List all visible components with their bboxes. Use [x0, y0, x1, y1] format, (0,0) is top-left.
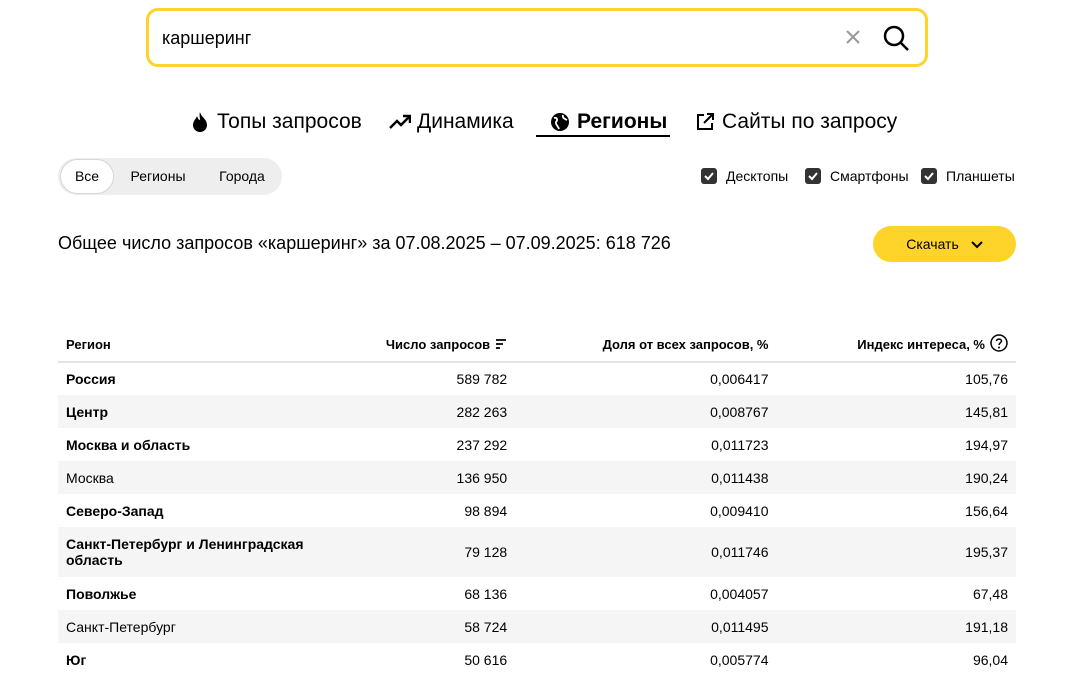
cell-index: 145,81 — [776, 395, 1016, 428]
regions-table: Регион Число запросов Доля от всех запро… — [58, 327, 1016, 676]
cell-index: 96,04 — [972, 651, 1008, 668]
header-count[interactable]: Число запросов — [318, 327, 516, 363]
cell-index: 190,24 — [776, 461, 1016, 494]
search-input[interactable]: каршеринг — [162, 28, 251, 49]
cell-count: 58 724 — [318, 610, 516, 643]
table-row[interactable]: Юг 50 616 0,005774 96,04 — [58, 643, 1016, 676]
cell-count: 50 616 — [464, 651, 508, 668]
chevron-down-icon — [971, 236, 983, 252]
cell-region: Поволжье — [66, 585, 137, 602]
cell-index: 194,97 — [965, 436, 1008, 453]
checkbox-smartphones[interactable]: Смартфоны — [805, 168, 909, 184]
cell-index: 191,18 — [776, 610, 1016, 643]
cell-share: 0,005774 — [710, 651, 769, 668]
table-header-row: Регион Число запросов Доля от всех запро… — [58, 327, 1016, 363]
table-body: Россия 589 782 0,006417 105,76 Центр 282 263 0… — [58, 362, 1016, 676]
download-label: Скачать — [906, 236, 959, 252]
cell-share: 0,006417 — [710, 371, 769, 387]
cell-region: Москва и область — [66, 436, 191, 453]
table-row[interactable]: Москва и область 237 292 0,011723 194,97 — [58, 428, 1016, 461]
region-type-switch: Все Регионы Города — [58, 158, 282, 195]
cell-count: 79 128 — [318, 527, 516, 577]
table-row[interactable]: Санкт-Петербург 58 724 0,011495 191,18 — [58, 610, 1016, 643]
tab-label: Топы запросов — [217, 110, 362, 133]
checkbox-checked-icon[interactable] — [701, 168, 717, 184]
table-row[interactable]: Россия 589 782 0,006417 105,76 — [58, 362, 1016, 395]
cell-share: 0,004057 — [710, 585, 769, 602]
cell-count: 237 292 — [456, 436, 508, 453]
segment-all[interactable]: Все — [60, 159, 114, 194]
tab-top-queries[interactable]: Топы запросов — [189, 106, 362, 138]
cell-region: Центр — [58, 395, 318, 428]
cell-share: 0,009410 — [710, 502, 769, 519]
header-count-label: Число запросов — [385, 336, 491, 352]
active-tab-underline — [536, 135, 670, 137]
cell-index: 195,37 — [776, 527, 1016, 577]
search-icon[interactable] — [881, 23, 911, 53]
cell-count: 68 136 — [464, 585, 508, 602]
cell-count: 98 894 — [464, 502, 508, 519]
table-row[interactable]: Северо-Запад 98 894 0,009410 156,64 — [58, 494, 1016, 527]
cell-count: 282 263 — [318, 395, 516, 428]
tab-label: Сайты по запросу — [722, 110, 898, 133]
cell-share: 0,011495 — [515, 610, 777, 643]
cell-index: 156,64 — [965, 502, 1008, 519]
cell-region: Москва — [58, 461, 318, 494]
cell-count: 589 782 — [456, 371, 508, 387]
cell-region: Санкт-Петербург — [58, 610, 318, 643]
sort-icon[interactable] — [495, 337, 507, 352]
checkbox-checked-icon[interactable] — [921, 168, 937, 184]
segment-regions[interactable]: Регионы — [120, 158, 196, 195]
download-button[interactable]: Скачать — [873, 226, 1016, 262]
cell-share: 0,011438 — [515, 461, 777, 494]
checkbox-label: Планшеты — [946, 168, 1015, 184]
checkbox-label: Десктопы — [726, 168, 789, 184]
cell-region: Россия — [66, 371, 116, 387]
cell-region: Северо-Запад — [66, 502, 164, 519]
header-share[interactable]: Доля от всех запросов, % — [515, 327, 777, 363]
globe-icon — [549, 111, 571, 133]
cell-region: Санкт-Петербург и Ленинградская область — [58, 527, 318, 577]
fire-icon — [189, 111, 211, 133]
cell-region: Юг — [66, 651, 87, 668]
header-index[interactable]: Индекс интереса, % — [776, 327, 1016, 363]
checkbox-label: Смартфоны — [830, 168, 909, 184]
tab-label: Динамика — [417, 110, 514, 133]
checkbox-tablets[interactable]: Планшеты — [921, 168, 1015, 184]
cell-share: 0,008767 — [515, 395, 777, 428]
clear-icon[interactable] — [841, 25, 865, 49]
table-row[interactable]: Поволжье 68 136 0,004057 67,48 — [58, 577, 1016, 610]
segment-cities[interactable]: Города — [206, 158, 278, 195]
tab-regions[interactable]: Регионы — [549, 106, 667, 138]
header-region[interactable]: Регион — [58, 327, 318, 363]
tab-dynamics[interactable]: Динамика — [389, 106, 514, 138]
checkbox-desktops[interactable]: Десктопы — [701, 168, 788, 184]
header-index-label: Индекс интереса, % — [857, 336, 985, 352]
table-row[interactable]: Санкт-Петербург и Ленинградская область 7… — [58, 527, 1016, 577]
tab-label: Регионы — [577, 110, 668, 133]
search-box[interactable]: каршеринг — [146, 8, 928, 67]
trend-up-icon — [389, 111, 411, 133]
total-requests-summary: Общее число запросов «каршеринг» за 07.0… — [58, 233, 671, 253]
help-icon[interactable] — [990, 333, 1008, 355]
tab-sites[interactable]: Сайты по запросу — [694, 106, 897, 138]
table-row[interactable]: Москва 136 950 0,011438 190,24 — [58, 461, 1016, 494]
cell-share: 0,011746 — [515, 527, 777, 577]
checkbox-checked-icon[interactable] — [805, 168, 821, 184]
cell-index: 67,48 — [972, 585, 1008, 602]
cell-count: 136 950 — [318, 461, 516, 494]
table-row[interactable]: Центр 282 263 0,008767 145,81 — [58, 395, 1016, 428]
cell-share: 0,011723 — [711, 436, 769, 453]
cell-index: 105,76 — [965, 371, 1008, 387]
external-link-icon — [694, 111, 716, 133]
